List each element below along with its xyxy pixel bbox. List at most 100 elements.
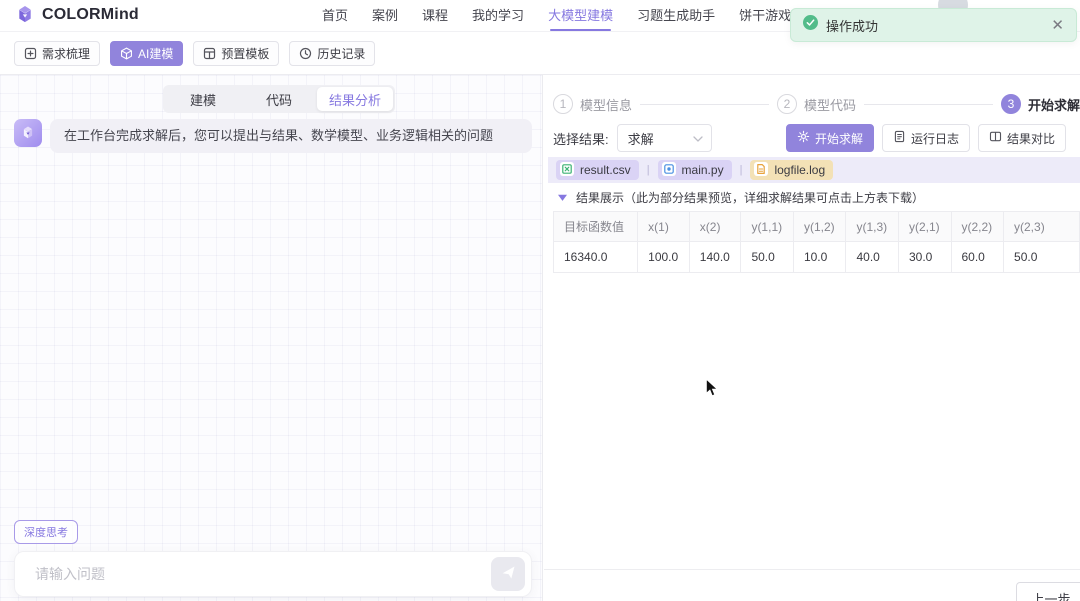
question-input-bar	[14, 551, 532, 597]
table-header-cell: y(1,2)	[792, 211, 847, 242]
table-cell: 50.0	[740, 241, 794, 273]
nav-item-courses[interactable]: 课程	[422, 0, 448, 32]
nav-item-llm-modeling[interactable]: 大模型建模	[548, 0, 613, 32]
csv-file-icon	[560, 161, 574, 179]
result-select-label: 选择结果:	[553, 131, 609, 147]
step-number: 2	[777, 94, 797, 114]
step-start-solving: 3 开始求解	[1001, 94, 1080, 114]
file-chip-result-csv[interactable]: result.csv	[556, 160, 639, 180]
close-icon[interactable]: ✕	[1051, 18, 1064, 33]
assistant-avatar	[14, 119, 42, 147]
deep-think-toggle[interactable]: 深度思考	[14, 520, 78, 544]
table-cell: 60.0	[950, 241, 1005, 273]
result-table: 目标函数值 x(1) x(2) y(1,1) y(1,2) y(1,3) y(2,1) y(2…	[553, 211, 1080, 273]
table-header-cell: x(2)	[688, 211, 742, 242]
file-chip-label: logfile.log	[774, 163, 826, 177]
table-header-cell: y(2,1)	[897, 211, 952, 242]
file-chip-main-py[interactable]: main.py	[657, 160, 732, 180]
chip-separator: |	[739, 164, 743, 176]
workspace-footer: 上一步	[544, 569, 1080, 601]
table-cell: 10.0	[792, 241, 847, 273]
send-icon	[501, 565, 516, 583]
prev-step-button[interactable]: 上一步	[1016, 582, 1080, 601]
toolbar-button-label: 预置模板	[221, 47, 270, 61]
result-table-wrap: 目标函数值 x(1) x(2) y(1,1) y(1,2) y(1,3) y(2,1) y(2…	[553, 211, 1080, 273]
app-window: COLORMind 首页 案例 课程 我的学习 大模型建模 习题生成助手 饼干游戏 操作成功…	[0, 0, 1080, 601]
solver-icon	[797, 130, 810, 146]
template-icon	[203, 47, 216, 60]
tab-result-analysis[interactable]: 结果分析	[317, 87, 393, 111]
form-icon	[24, 47, 37, 60]
start-solve-button[interactable]: 开始求解	[785, 124, 874, 152]
table-header-cell: y(1,3)	[845, 211, 899, 242]
table-header-cell: y(2,3)	[1003, 211, 1080, 242]
run-log-button[interactable]: 运行日志	[881, 124, 970, 152]
table-cell: 140.0	[688, 241, 742, 273]
table-header-row: 目标函数值 x(1) x(2) y(1,1) y(1,2) y(1,3) y(2,1) y(2…	[553, 211, 1080, 242]
step-number: 3	[1001, 94, 1021, 114]
nav-item-my-learning[interactable]: 我的学习	[472, 0, 524, 32]
table-cell: 16340.0	[553, 241, 639, 273]
action-button-label: 运行日志	[910, 131, 959, 146]
nav-menu: 首页 案例 课程 我的学习 大模型建模 习题生成助手 饼干游戏	[322, 0, 791, 32]
nav-item-cookie-game[interactable]: 饼干游戏	[739, 0, 791, 32]
log-icon	[893, 130, 906, 146]
chip-separator: |	[646, 164, 650, 176]
result-select-value: 求解	[627, 131, 654, 147]
toast-success: 操作成功 ✕	[790, 8, 1077, 42]
caret-down-icon[interactable]	[558, 188, 567, 206]
table-header-cell: y(1,1)	[740, 211, 794, 242]
clock-icon	[299, 47, 312, 60]
table-cell: 40.0	[845, 241, 899, 273]
step-label: 模型代码	[804, 97, 857, 113]
step-indicator: 1 模型信息 2 模型代码 3 开始求解	[553, 94, 1080, 114]
table-header-cell: y(2,2)	[950, 211, 1005, 242]
chat-tabs: 建模 代码 结果分析	[163, 85, 395, 113]
table-body: 16340.0 100.0 140.0 50.0 10.0 40.0 30.0 60.0 50.…	[553, 241, 1080, 273]
compare-icon	[989, 130, 1002, 146]
toolbar-button-history[interactable]: 历史记录	[289, 41, 376, 66]
step-model-code: 2 模型代码	[777, 94, 856, 114]
workspace-panel: 1 模型信息 2 模型代码 3 开始求解 选择结果: 求解 开始求解 运行日志 结果对比 re…	[544, 75, 1080, 601]
log-file-icon	[754, 161, 769, 179]
action-buttons: 开始求解 运行日志 结果对比	[785, 124, 1066, 152]
result-file-strip: result.csv | main.py | logfile.log	[548, 157, 1080, 183]
step-connector	[864, 103, 993, 105]
file-chip-label: result.csv	[580, 163, 631, 177]
brand-logo[interactable]: COLORMind	[14, 4, 139, 26]
toolbar-button-label: AI建模	[138, 47, 174, 61]
action-button-label: 结果对比	[1006, 131, 1055, 146]
py-file-icon	[661, 161, 676, 179]
result-note-row: 结果展示（此为部分结果预览，详细求解结果可点击上方表下载）	[558, 188, 924, 206]
nav-item-home[interactable]: 首页	[322, 0, 348, 32]
question-input[interactable]	[35, 566, 491, 582]
chat-message-row: 在工作台完成求解后，您可以提出与结果、数学模型、业务逻辑相关的问题	[14, 119, 532, 153]
tab-code[interactable]: 代码	[241, 87, 317, 111]
step-model-info: 1 模型信息	[553, 94, 632, 114]
brand-name: COLORMind	[42, 6, 139, 23]
toolbar-button-preset-templates[interactable]: 预置模板	[193, 41, 280, 66]
table-header-cell: 目标函数值	[553, 211, 639, 242]
nav-item-exercise-assistant[interactable]: 习题生成助手	[637, 0, 715, 32]
toolbar-button-label: 历史记录	[317, 47, 366, 61]
toast-message: 操作成功	[826, 18, 879, 34]
toolbar-button-label: 需求梳理	[42, 47, 91, 61]
tab-modeling[interactable]: 建模	[165, 87, 241, 111]
assistant-message: 在工作台完成求解后，您可以提出与结果、数学模型、业务逻辑相关的问题	[50, 119, 532, 153]
table-cell: 100.0	[637, 241, 690, 273]
result-select-group: 选择结果: 求解	[553, 124, 712, 152]
colormind-logo-icon	[14, 4, 36, 26]
nav-item-cases[interactable]: 案例	[372, 0, 398, 32]
toolbar-button-requirement-sorting[interactable]: 需求梳理	[14, 41, 101, 66]
result-compare-button[interactable]: 结果对比	[977, 124, 1066, 152]
check-icon	[803, 15, 818, 35]
file-chip-logfile-log[interactable]: logfile.log	[750, 160, 834, 180]
toolbar-button-ai-modeling[interactable]: AI建模	[110, 41, 184, 66]
solve-controls: 选择结果: 求解 开始求解 运行日志 结果对比	[553, 124, 1066, 152]
step-label: 开始求解	[1028, 97, 1080, 113]
send-button[interactable]	[491, 557, 525, 591]
result-select[interactable]: 求解	[616, 124, 712, 152]
action-button-label: 开始求解	[814, 131, 863, 146]
table-header-cell: x(1)	[637, 211, 690, 242]
table-cell: 30.0	[897, 241, 952, 273]
